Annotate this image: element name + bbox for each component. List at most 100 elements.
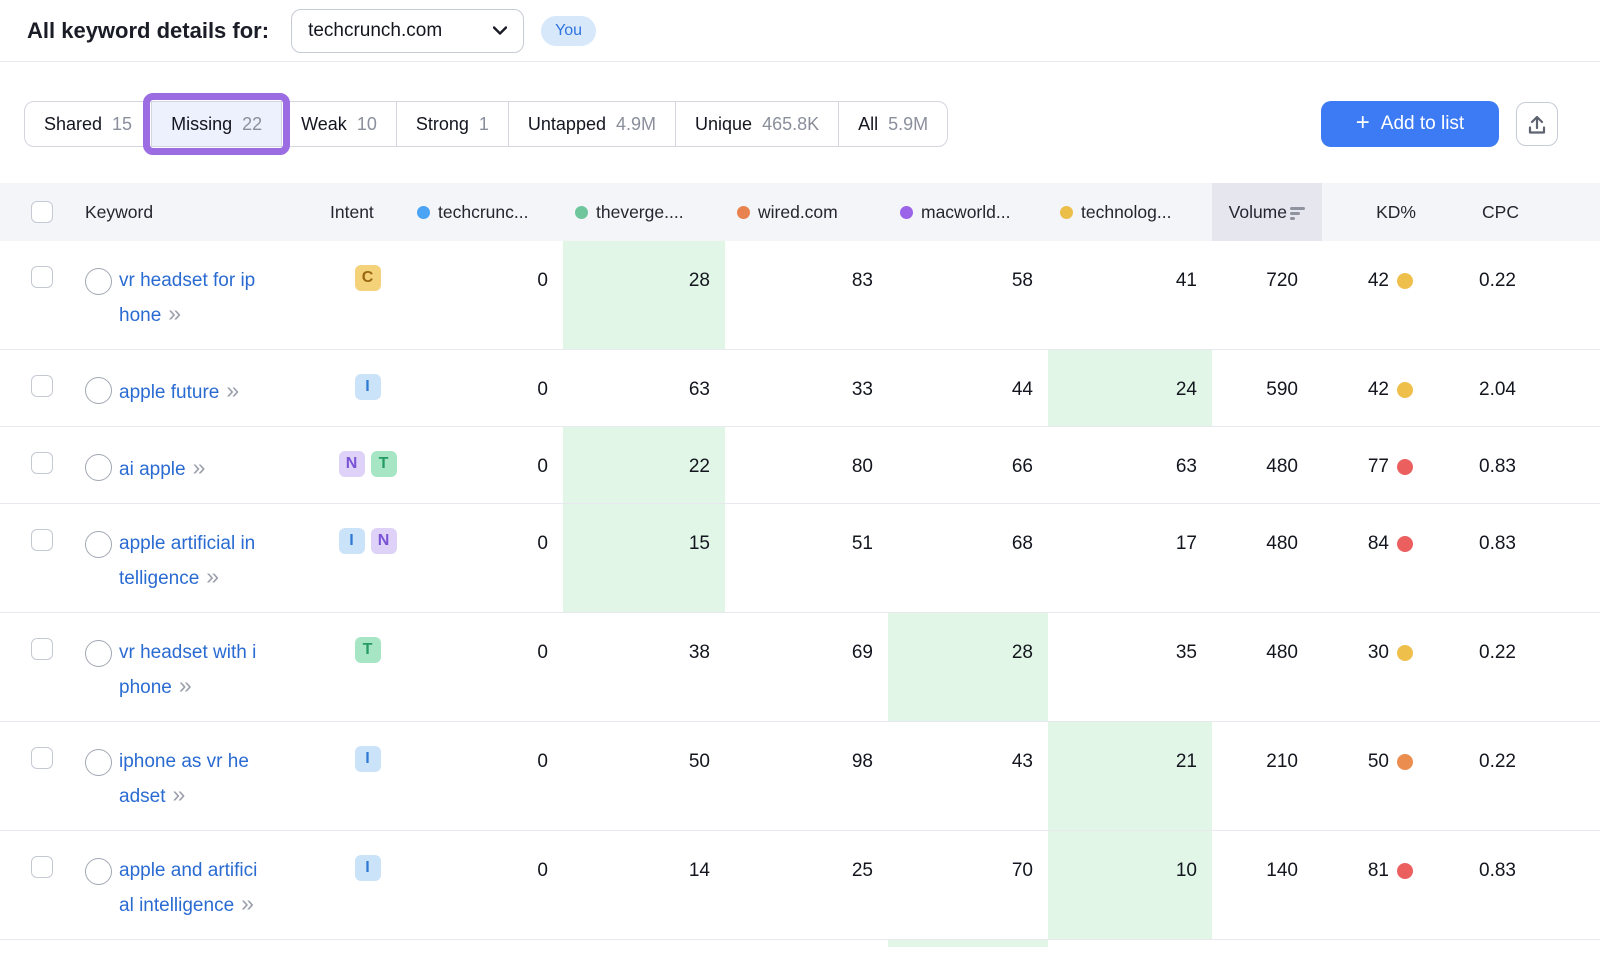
column-header-techcrunch[interactable]: techcrunc... <box>405 202 563 223</box>
kd-cell: 50 <box>1322 722 1437 830</box>
row-checkbox[interactable] <box>31 266 53 288</box>
position-cell: 51 <box>725 504 888 612</box>
domain-dropdown[interactable]: techcrunch.com <box>291 9 524 53</box>
open-keyword-icon[interactable]: » <box>168 300 179 326</box>
column-header-wired[interactable]: wired.com <box>725 202 888 223</box>
row-checkbox[interactable] <box>31 529 53 551</box>
keyword-cell: apple future» <box>66 350 330 426</box>
keyword-link[interactable]: iphone as vr headset» <box>119 746 259 813</box>
position-cell: 22 <box>563 427 725 503</box>
table-row: apple artificial intelligence»IN01551681… <box>0 504 1600 613</box>
keyword-link[interactable]: apple and artificial intelligence» <box>119 855 259 922</box>
select-all-checkbox[interactable] <box>31 201 53 223</box>
open-keyword-icon[interactable]: » <box>226 377 237 403</box>
kd-value: 42 <box>1368 265 1389 349</box>
row-select-cell <box>0 350 66 426</box>
row-checkbox[interactable] <box>31 638 53 660</box>
tab-count: 1 <box>479 114 489 135</box>
tab-weak[interactable]: Weak10 <box>281 101 397 147</box>
table-row: vr headset with iphone»T038692835480300.… <box>0 613 1600 722</box>
position-cell: 0 <box>405 722 563 830</box>
tab-untapped[interactable]: Untapped4.9M <box>508 101 676 147</box>
partial-row <box>0 940 1600 947</box>
position-cell: 14 <box>563 831 725 939</box>
table-header-row: Keyword Intent techcrunc... theverge.... w… <box>0 183 1600 241</box>
tab-missing[interactable]: Missing22 <box>151 101 282 147</box>
intent-cell: I <box>330 350 405 426</box>
column-header-volume[interactable]: Volume <box>1212 183 1322 241</box>
position-cell: 80 <box>725 427 888 503</box>
kd-value: 42 <box>1368 374 1389 426</box>
intent-badge-i: I <box>355 374 381 400</box>
cpc-cell: 0.83 <box>1437 427 1540 503</box>
keyword-link[interactable]: ai apple» <box>119 451 259 486</box>
tab-label: All <box>858 114 878 135</box>
position-cell: 0 <box>405 613 563 721</box>
open-keyword-icon[interactable]: » <box>172 781 183 807</box>
column-header-theverge[interactable]: theverge.... <box>563 202 725 223</box>
column-header-kd[interactable]: KD% <box>1322 202 1437 223</box>
keyword-link[interactable]: vr headset for iphone» <box>119 265 259 332</box>
expand-keyword-icon[interactable] <box>85 858 112 885</box>
position-cell: 33 <box>725 350 888 426</box>
open-keyword-icon[interactable]: » <box>193 454 204 480</box>
tab-label: Shared <box>44 114 102 135</box>
cpc-cell: 0.22 <box>1437 241 1540 349</box>
expand-keyword-icon[interactable] <box>85 640 112 667</box>
open-keyword-icon[interactable]: » <box>241 890 252 916</box>
keyword-link[interactable]: apple future» <box>119 374 259 409</box>
chevron-down-icon <box>493 26 507 35</box>
kd-dot-icon <box>1397 645 1413 661</box>
kd-dot-icon <box>1397 459 1413 475</box>
position-cell: 63 <box>1048 427 1212 503</box>
tab-strong[interactable]: Strong1 <box>396 101 509 147</box>
intent-cell: T <box>330 613 405 721</box>
column-header-label: techcrunc... <box>438 202 528 223</box>
kd-cell: 84 <box>1322 504 1437 612</box>
filter-tabs: Shared15Missing22Weak10Strong1Untapped4.… <box>24 101 948 147</box>
expand-keyword-icon[interactable] <box>85 268 112 295</box>
page-header: All keyword details for: techcrunch.com … <box>0 0 1600 62</box>
kd-dot-icon <box>1397 754 1413 770</box>
column-header-intent[interactable]: Intent <box>330 202 405 223</box>
column-header-technology[interactable]: technolog... <box>1048 202 1212 223</box>
table-row: apple future»I063334424590422.04 <box>0 350 1600 427</box>
row-select-cell <box>0 241 66 349</box>
tab-all[interactable]: All5.9M <box>838 101 948 147</box>
domain-dropdown-value: techcrunch.com <box>308 20 442 42</box>
tab-count: 4.9M <box>616 114 656 135</box>
tab-unique[interactable]: Unique465.8K <box>675 101 839 147</box>
keyword-table: Keyword Intent techcrunc... theverge.... w… <box>0 183 1600 947</box>
row-select-cell <box>0 427 66 503</box>
open-keyword-icon[interactable]: » <box>206 563 217 589</box>
keyword-cell: vr headset with iphone» <box>66 613 330 721</box>
keyword-link[interactable]: vr headset with iphone» <box>119 637 259 704</box>
expand-keyword-icon[interactable] <box>85 454 112 481</box>
expand-keyword-icon[interactable] <box>85 377 112 404</box>
domain-dot-icon <box>575 206 588 219</box>
column-header-keyword[interactable]: Keyword <box>66 202 330 223</box>
row-checkbox[interactable] <box>31 375 53 397</box>
you-badge: You <box>541 16 596 46</box>
tab-label: Weak <box>301 114 347 135</box>
column-header-cpc[interactable]: CPC <box>1437 202 1540 223</box>
expand-keyword-icon[interactable] <box>85 531 112 558</box>
tab-shared[interactable]: Shared15 <box>24 101 152 147</box>
column-header-label: theverge.... <box>596 202 684 223</box>
expand-keyword-icon[interactable] <box>85 749 112 776</box>
position-cell: 0 <box>405 241 563 349</box>
row-checkbox[interactable] <box>31 452 53 474</box>
keyword-link[interactable]: apple artificial intelligence» <box>119 528 259 595</box>
position-cell: 25 <box>725 831 888 939</box>
intent-badge-i: I <box>355 746 381 772</box>
row-checkbox[interactable] <box>31 856 53 878</box>
open-keyword-icon[interactable]: » <box>179 672 190 698</box>
position-cell: 69 <box>725 613 888 721</box>
export-button[interactable] <box>1516 102 1558 146</box>
column-header-macworld[interactable]: macworld... <box>888 202 1048 223</box>
add-to-list-button[interactable]: + Add to list <box>1321 101 1499 147</box>
row-checkbox[interactable] <box>31 747 53 769</box>
kd-value: 84 <box>1368 528 1389 612</box>
toolbar: Shared15Missing22Weak10Strong1Untapped4.… <box>0 101 1600 147</box>
intent-cell: NT <box>330 427 405 503</box>
